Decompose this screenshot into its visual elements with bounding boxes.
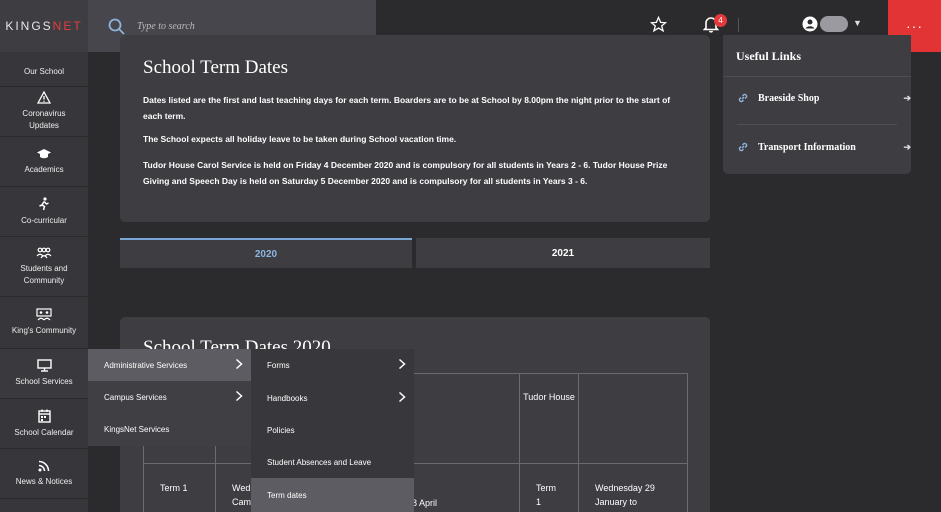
community-icon	[36, 308, 52, 321]
sidebar-item-label: School Calendar	[14, 427, 74, 437]
page-title: School Term Dates	[143, 57, 289, 78]
administrative-services-submenu: Forms Handbooks Policies Student Absence…	[251, 349, 414, 512]
sidebar-item-school-services[interactable]: School Services	[0, 349, 88, 399]
link-label: Transport Information	[758, 141, 856, 153]
sidebar-item-label: School Services	[15, 377, 73, 387]
table-cell-date: Wednesday 29 January to	[595, 483, 655, 508]
menu-item-label: Campus Services	[104, 392, 167, 402]
link-label: Braeside Shop	[758, 92, 820, 104]
table-cell-partial: Wed Cam	[232, 483, 252, 508]
tab-2020[interactable]: 2020	[120, 238, 412, 268]
link-braeside-shop[interactable]: Braeside Shop ➔	[737, 92, 911, 104]
intro-paragraph-1: Dates listed are the first and last teac…	[143, 95, 671, 121]
year-tabs: 2020 2021	[120, 238, 710, 268]
sidebar: Our School Coronavirus Updates Academics…	[0, 52, 88, 512]
arrow-right-icon: ➔	[903, 92, 911, 103]
calendar-icon	[37, 409, 51, 423]
sidebar-item-school-calendar[interactable]: School Calendar	[0, 399, 88, 449]
table-border	[687, 373, 688, 512]
sidebar-item-coronavirus-updates[interactable]: Coronavirus Updates	[0, 87, 88, 137]
menu-item-label: Administrative Services	[104, 360, 188, 370]
search-icon[interactable]	[108, 18, 125, 35]
sidebar-item-kings-community[interactable]: King's Community	[0, 297, 88, 349]
menu-item-handbooks[interactable]: Handbooks	[251, 382, 414, 414]
table-border	[578, 373, 579, 512]
menu-item-campus-services[interactable]: Campus Services	[88, 381, 251, 413]
warning-icon	[37, 91, 51, 105]
menu-item-label: KingsNet Services	[104, 424, 170, 434]
menu-item-label: Handbooks	[267, 393, 308, 403]
chevron-right-icon	[235, 390, 243, 402]
arrow-right-icon: ➔	[903, 141, 911, 152]
intro-paragraph-2: The School expects all holiday leave to …	[143, 134, 457, 144]
sidebar-item-label: Co-curricular	[21, 215, 67, 225]
sidebar-item-our-school[interactable]: Our School	[0, 52, 88, 87]
graduation-cap-icon	[37, 148, 51, 158]
menu-item-label: Forms	[267, 360, 290, 370]
sidebar-item-label: News & Notices	[15, 476, 73, 486]
link-icon	[738, 142, 748, 152]
star-icon[interactable]	[650, 16, 667, 33]
user-icon[interactable]	[802, 16, 818, 32]
link-icon	[738, 93, 748, 103]
table-cell-april: 8 April	[412, 498, 438, 508]
sidebar-item-label: Students and Community	[20, 263, 68, 285]
sidebar-item-label: King's Community	[11, 326, 77, 336]
chevron-down-icon[interactable]: ▼	[853, 18, 862, 28]
logo-text-net: NET	[52, 19, 83, 33]
menu-item-label: Term dates	[267, 490, 307, 500]
rss-icon	[38, 460, 50, 472]
sidebar-item-students-and-community[interactable]: Students and Community	[0, 237, 88, 297]
sidebar-item-label: Coronavirus Updates	[22, 109, 66, 130]
chevron-right-icon	[398, 391, 406, 403]
menu-item-label: Student Absences and Leave	[267, 457, 372, 467]
menu-item-forms[interactable]: Forms	[251, 349, 414, 381]
menu-item-policies[interactable]: Policies	[251, 414, 414, 446]
useful-links-title: Useful Links	[736, 49, 802, 63]
table-border	[143, 463, 688, 464]
divider	[723, 76, 911, 77]
chevron-right-icon	[398, 358, 406, 370]
menu-item-student-absences-and-leave[interactable]: Student Absences and Leave	[251, 446, 414, 478]
menu-item-term-dates[interactable]: Term dates	[251, 478, 414, 512]
chevron-right-icon	[235, 358, 243, 370]
people-group-icon	[36, 247, 52, 259]
menu-item-kingsnet-services[interactable]: KingsNet Services	[88, 413, 251, 445]
sidebar-item-co-curricular[interactable]: Co-curricular	[0, 187, 88, 237]
intro-paragraph-3: Tudor House Carol Service is held on Fri…	[143, 160, 668, 186]
tab-2021[interactable]: 2021	[416, 238, 710, 268]
sidebar-item-academics[interactable]: Academics	[0, 137, 88, 187]
menu-item-administrative-services[interactable]: Administrative Services	[88, 349, 251, 381]
logo-text-kings: KINGS	[5, 19, 53, 33]
table-cell-tudor-term-1: Term 1	[536, 483, 556, 508]
link-transport-information[interactable]: Transport Information ➔	[737, 141, 911, 153]
menu-item-label: Policies	[267, 425, 295, 435]
topbar-divider	[738, 18, 739, 32]
monitor-icon	[36, 359, 52, 372]
avatar[interactable]	[820, 16, 848, 32]
search-input[interactable]	[137, 20, 337, 32]
term-dates-intro-card: School Term Dates Dates listed are the f…	[120, 35, 710, 222]
table-header-tudor-house: Tudor House	[523, 392, 575, 402]
sidebar-item-news-notices[interactable]: News & Notices	[0, 449, 88, 499]
table-cell-term-1: Term 1	[160, 483, 188, 493]
useful-links-card: Useful Links Braeside Shop ➔ Transport I…	[723, 35, 911, 174]
kingsnet-logo[interactable]: KINGS NET	[0, 0, 88, 52]
school-services-menu: Administrative Services Campus Services …	[88, 349, 251, 446]
sidebar-item-label: Academics	[24, 164, 64, 174]
notification-badge: 4	[714, 14, 727, 27]
sidebar-item-label: Our School	[23, 67, 65, 77]
divider	[737, 124, 897, 125]
running-person-icon	[39, 197, 49, 210]
